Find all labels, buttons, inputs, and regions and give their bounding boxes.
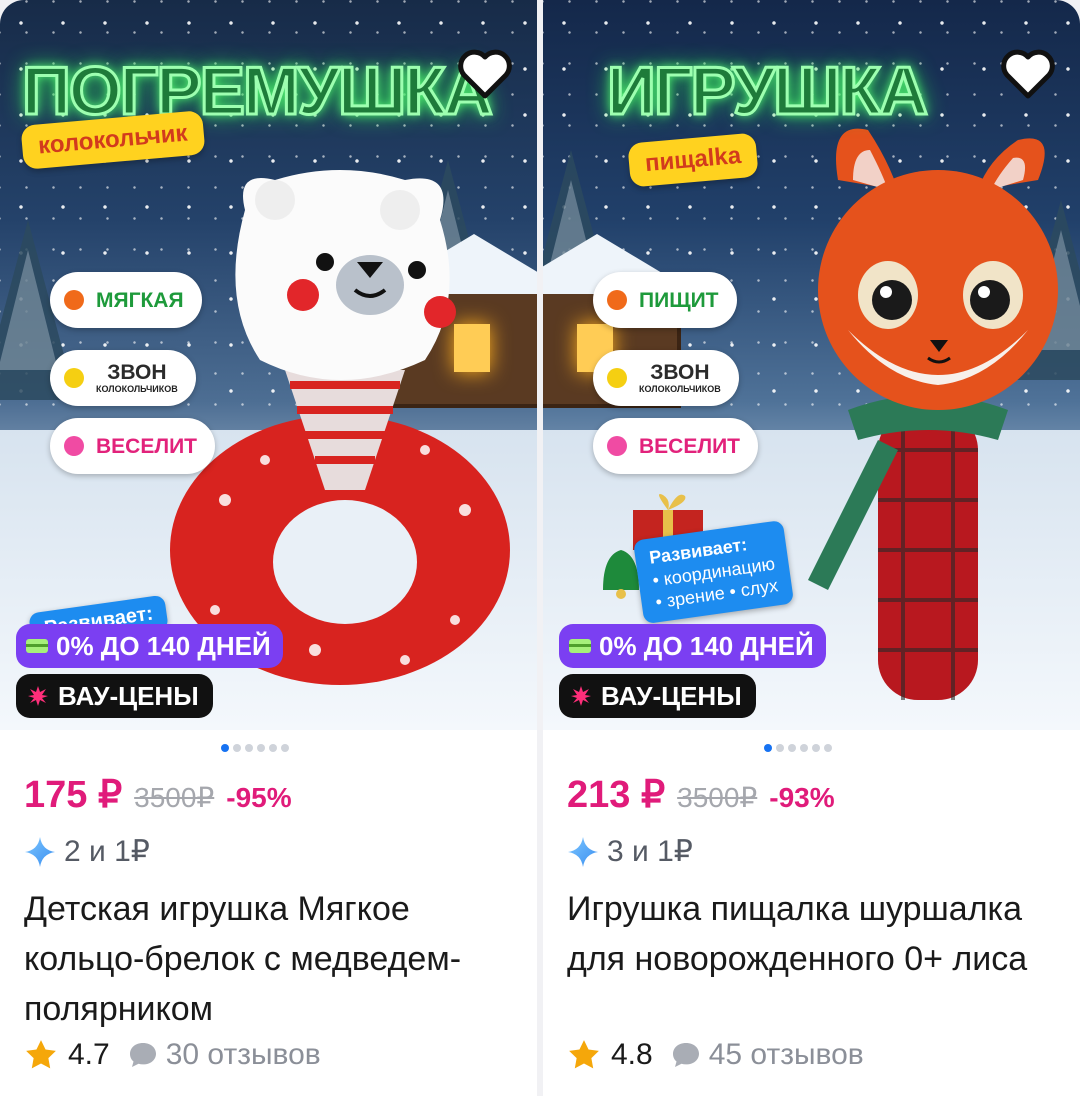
pager-dot-active (764, 744, 772, 752)
pager-dot (776, 744, 784, 752)
reviews-count[interactable]: 30 отзывов (166, 1038, 321, 1072)
banner-title: ПОГРЕМУШКА (21, 52, 495, 131)
pager-dot (257, 744, 265, 752)
rating-row: 4.7 30 отзывов (24, 1038, 321, 1072)
promo-badge[interactable]: ВАУ-ЦЕНЫ (16, 674, 213, 718)
comment-bubble-icon (129, 1043, 156, 1067)
burst-icon (28, 686, 48, 706)
product-grid: ПОГРЕМУШКА колокольчик МЯГКАЯ ЗВОН КОЛОКО… (0, 0, 1080, 1096)
pager-dot (245, 744, 253, 752)
old-price: 3500₽ (134, 782, 215, 813)
bonus-label: 3 и 1₽ (607, 835, 693, 868)
product-title[interactable]: Игрушка пищалка шуршалка для новорожденн… (567, 884, 1057, 984)
sparkle-icon (25, 836, 55, 867)
pager-dot (800, 744, 808, 752)
feature-dot-icon (607, 436, 627, 456)
feature-dot-icon (64, 368, 84, 388)
promo-badge-label: ВАУ-ЦЕНЫ (58, 680, 199, 711)
feature-label: ПИЩИТ (639, 288, 719, 312)
discount: -95% (226, 782, 292, 813)
bonus-row: 3 и 1₽ (567, 834, 693, 869)
pager-dot (824, 744, 832, 752)
feature-dot-icon (64, 436, 84, 456)
fox-squeaker-toy-image (808, 128, 1058, 700)
feature-pill: ПИЩИТ (593, 272, 737, 328)
feature-pill: ЗВОН КОЛОКОЛЬЧИКОВ (50, 350, 196, 406)
feature-pill: МЯГКАЯ (50, 272, 202, 328)
feature-label: ВЕСЕЛИТ (639, 434, 741, 458)
rating-value: 4.8 (611, 1038, 653, 1071)
pager-dot (812, 744, 820, 752)
pager-dot-active (221, 744, 229, 752)
favorite-heart-icon[interactable] (455, 44, 515, 104)
banner-title: ИГРУШКА (605, 52, 929, 131)
product-card[interactable]: ИГРУШКА пищalka ПИЩИТ ЗВОН КОЛОКОЛЬЧИКОВ … (543, 0, 1080, 1096)
feature-label: ВЕСЕЛИТ (96, 434, 198, 458)
credit-card-icon (569, 639, 591, 653)
feature-label: ЗВОН (650, 361, 710, 384)
reviews-count[interactable]: 45 отзывов (709, 1038, 864, 1072)
feature-dot-icon (64, 290, 84, 310)
bonus-row: 2 и 1₽ (24, 834, 150, 869)
feature-sublabel: КОЛОКОЛЬЧИКОВ (96, 384, 178, 394)
bonus-label: 2 и 1₽ (64, 835, 150, 868)
rating-row: 4.8 45 отзывов (567, 1038, 864, 1072)
star-icon (26, 1040, 56, 1069)
feature-pill: ВЕСЕЛИТ (593, 418, 759, 474)
feature-label: МЯГКАЯ (96, 288, 184, 312)
feature-pill: ЗВОН КОЛОКОЛЬЧИКОВ (593, 350, 739, 406)
installment-badge-label: 0% ДО 140 ДНЕЙ (599, 630, 814, 661)
installment-badge-label: 0% ДО 140 ДНЕЙ (56, 630, 271, 661)
credit-card-icon (26, 639, 48, 653)
product-card[interactable]: ПОГРЕМУШКА колокольчик МЯГКАЯ ЗВОН КОЛОКО… (0, 0, 537, 1096)
product-image[interactable]: ИГРУШКА пищalka ПИЩИТ ЗВОН КОЛОКОЛЬЧИКОВ … (543, 0, 1080, 730)
pager-dot (269, 744, 277, 752)
feature-dot-icon (607, 368, 627, 388)
current-price: 213 ₽ (567, 774, 666, 816)
feature-dot-icon (607, 290, 627, 310)
image-pager (221, 744, 289, 752)
installment-badge[interactable]: 0% ДО 140 ДНЕЙ (559, 624, 826, 668)
feature-pill: ВЕСЕЛИТ (50, 418, 216, 474)
pager-dot (281, 744, 289, 752)
product-title[interactable]: Детская игрушка Мягкое кольцо-брелок с м… (24, 884, 514, 1034)
old-price: 3500₽ (677, 782, 758, 813)
pager-dot (233, 744, 241, 752)
discount: -93% (769, 782, 835, 813)
product-image[interactable]: ПОГРЕМУШКА колокольчик МЯГКАЯ ЗВОН КОЛОКО… (0, 0, 537, 730)
star-icon (569, 1040, 599, 1069)
bear-rattle-toy-image (170, 170, 510, 685)
image-pager (764, 744, 832, 752)
promo-badge[interactable]: ВАУ-ЦЕНЫ (559, 674, 756, 718)
current-price: 175 ₽ (24, 774, 123, 816)
promo-badge-label: ВАУ-ЦЕНЫ (601, 680, 742, 711)
burst-icon (571, 686, 591, 706)
favorite-heart-icon[interactable] (998, 44, 1058, 104)
sparkle-icon (568, 836, 598, 867)
comment-bubble-icon (672, 1043, 699, 1067)
price-row: 175 ₽ 3500₽ -95% (24, 772, 292, 817)
pager-dot (788, 744, 796, 752)
rating-value: 4.7 (68, 1038, 110, 1071)
price-row: 213 ₽ 3500₽ -93% (567, 772, 835, 817)
feature-sublabel: КОЛОКОЛЬЧИКОВ (639, 384, 721, 394)
feature-label: ЗВОН (107, 361, 167, 384)
installment-badge[interactable]: 0% ДО 140 ДНЕЙ (16, 624, 283, 668)
